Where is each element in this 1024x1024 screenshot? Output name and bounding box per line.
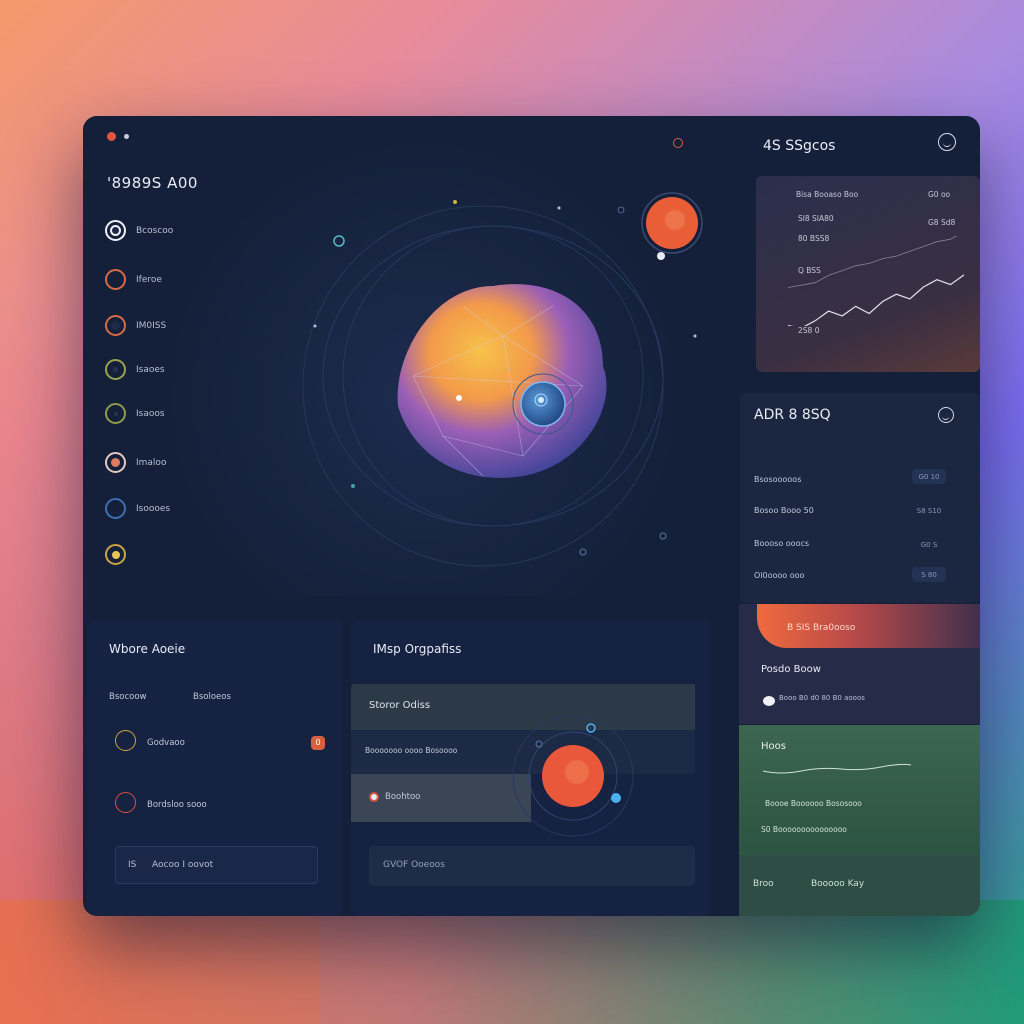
status-ring-icon bbox=[673, 138, 683, 148]
stats-row-value[interactable]: G0 S bbox=[912, 537, 946, 552]
activity-line2: S0 Booooooooooooooo bbox=[761, 825, 847, 834]
ring-gold-icon bbox=[105, 544, 126, 565]
activity-card[interactable]: Hoos Boooe Boooooo Bososooo S0 Boooooooo… bbox=[739, 725, 980, 916]
stats-row-label: Bsosooooos bbox=[754, 475, 802, 484]
sidebar-item-1[interactable]: Bcoscoo bbox=[105, 220, 173, 241]
panel-left-row2[interactable]: Bordsloo sooo bbox=[147, 800, 207, 810]
sidebar-item-label: Isoooes bbox=[136, 503, 171, 514]
sidebar-item-label: Bcoscoo bbox=[136, 225, 174, 236]
panel-mid-title: IMsp Orgpafiss bbox=[373, 642, 462, 656]
main-visual-area: '8989S A00 Bcoscoo Iferoe IM0ISS Isaoes … bbox=[83, 116, 723, 596]
panel-left-col2[interactable]: Bsoloeos bbox=[193, 692, 231, 702]
sidebar-item-4[interactable]: Isaoes bbox=[105, 359, 165, 380]
ring-olive-icon bbox=[105, 359, 126, 380]
panel-left-col1[interactable]: Bsocoow bbox=[109, 692, 147, 702]
stats-row-value[interactable]: G0 10 bbox=[912, 469, 946, 484]
promo-banner-text: B SIS Bra0ooso bbox=[787, 623, 856, 633]
sidebar-item-8[interactable] bbox=[105, 544, 136, 565]
sidebar-item-6[interactable]: Imaloo bbox=[105, 452, 166, 473]
chart-top-label: Bisa Booaso Boo bbox=[796, 190, 859, 199]
bottom-mid-panel: IMsp Orgpafiss Storor Odiss Booooooo ooo… bbox=[351, 620, 711, 916]
sidebar-item-label: Iferoe bbox=[136, 274, 162, 285]
stats-row-value[interactable]: S8 S10 bbox=[912, 503, 946, 518]
promo-banner: B SIS Bra0ooso bbox=[757, 604, 980, 648]
sidebar-item-label: Isaoos bbox=[136, 408, 165, 419]
sidebar-item-7[interactable]: Isoooes bbox=[105, 498, 170, 519]
planet-orbit-icon bbox=[512, 716, 634, 837]
sidebar-item-3[interactable]: IM0ISS bbox=[105, 315, 166, 336]
ring-orange-icon bbox=[105, 269, 126, 290]
stats-row-label: Ol0oooo ooo bbox=[754, 571, 805, 580]
mid-input-value: GVOF Ooeoos bbox=[383, 860, 445, 870]
activity-title: Hoos bbox=[761, 741, 786, 752]
close-dot-icon[interactable] bbox=[107, 132, 116, 141]
chart-sub1: Sl8 SIA80 bbox=[798, 214, 834, 223]
app-window: '8989S A00 Bcoscoo Iferoe IM0ISS Isaoes … bbox=[83, 116, 980, 916]
input-value: Aocoo I oovot bbox=[152, 860, 214, 870]
stats-row-label: Bosoo Booo 50 bbox=[754, 506, 814, 515]
sidebar-item-label: IM0ISS bbox=[136, 320, 167, 331]
activity-line1: Boooe Boooooo Bososooo bbox=[765, 799, 862, 808]
panel-left-title: Wbore Aoeie bbox=[109, 642, 186, 656]
sparkline bbox=[762, 763, 912, 774]
sidebar-item-label: Isaoes bbox=[136, 364, 165, 375]
ring-icon bbox=[115, 792, 136, 813]
window-controls bbox=[107, 132, 129, 141]
row1-label: Booooooo oooo Bosoooo bbox=[365, 746, 458, 755]
footer-left[interactable]: Broo bbox=[753, 879, 774, 889]
bottom-left-panel: Wbore Aoeie Bsocoow Bsoloeos Godvaoo 0 B… bbox=[87, 620, 342, 916]
sidebar-item-5[interactable]: Isaoos bbox=[105, 403, 165, 424]
notification-badge[interactable]: 0 bbox=[311, 736, 325, 750]
panel-mid-input[interactable]: GVOF Ooeoos bbox=[369, 846, 695, 886]
chart-sub1-value: G8 Sd8 bbox=[928, 218, 956, 227]
promo-subtitle: Booo B0 d0 80 B0 aooos bbox=[779, 694, 865, 702]
chart-card[interactable]: Bisa Booaso Boo G0 oo Sl8 SIA80 G8 Sd8 8… bbox=[756, 176, 980, 372]
chart-bottom-label: 2S8 0 bbox=[798, 326, 820, 335]
panel-left-row1[interactable]: Godvaoo bbox=[147, 738, 185, 748]
ring-white-icon bbox=[105, 220, 126, 241]
promo-card[interactable]: B SIS Bra0ooso Posdo Boow Booo B0 d0 80 … bbox=[739, 604, 980, 724]
stats-row-value[interactable]: S 80 bbox=[912, 567, 946, 582]
panel-left-input[interactable]: IS Aocoo I oovot bbox=[115, 846, 318, 884]
planet-icon bbox=[641, 192, 703, 254]
minimize-dot-icon[interactable] bbox=[124, 134, 129, 139]
promo-title: Posdo Boow bbox=[761, 664, 821, 675]
smiley-icon[interactable] bbox=[938, 407, 954, 423]
ring-peach-icon bbox=[105, 452, 126, 473]
smiley-icon[interactable] bbox=[938, 133, 956, 151]
record-icon bbox=[369, 792, 379, 802]
activity-footer: Broo Booooo Kay bbox=[739, 855, 980, 916]
footer-right[interactable]: Booooo Kay bbox=[811, 879, 864, 889]
input-prefix: IS bbox=[128, 860, 137, 870]
line-chart bbox=[787, 236, 965, 326]
ring-olive-icon bbox=[105, 403, 126, 424]
stats-card[interactable]: ADR 8 8SQ Bsosooooos G0 10 Bosoo Booo 50… bbox=[740, 393, 980, 603]
stats-card-title: ADR 8 8SQ bbox=[754, 407, 831, 423]
row2-label: Boohtoo bbox=[385, 792, 421, 802]
ring-orange-icon bbox=[105, 315, 126, 336]
chart-top-value: G0 oo bbox=[928, 190, 951, 199]
background-glow-bottom bbox=[0, 900, 1024, 1024]
ring-blue-icon bbox=[105, 498, 126, 519]
sidebar-item-2[interactable]: Iferoe bbox=[105, 269, 162, 290]
cloud-icon bbox=[763, 696, 775, 706]
band-label: Storor Odiss bbox=[369, 700, 431, 711]
brand-title: '8989S A00 bbox=[107, 174, 198, 192]
stats-row-label: Boooso ooocs bbox=[754, 539, 810, 548]
sidebar-item-label: Imaloo bbox=[136, 457, 167, 468]
ring-icon bbox=[115, 730, 136, 751]
right-panel-title: 4S SSgcos bbox=[763, 138, 836, 154]
